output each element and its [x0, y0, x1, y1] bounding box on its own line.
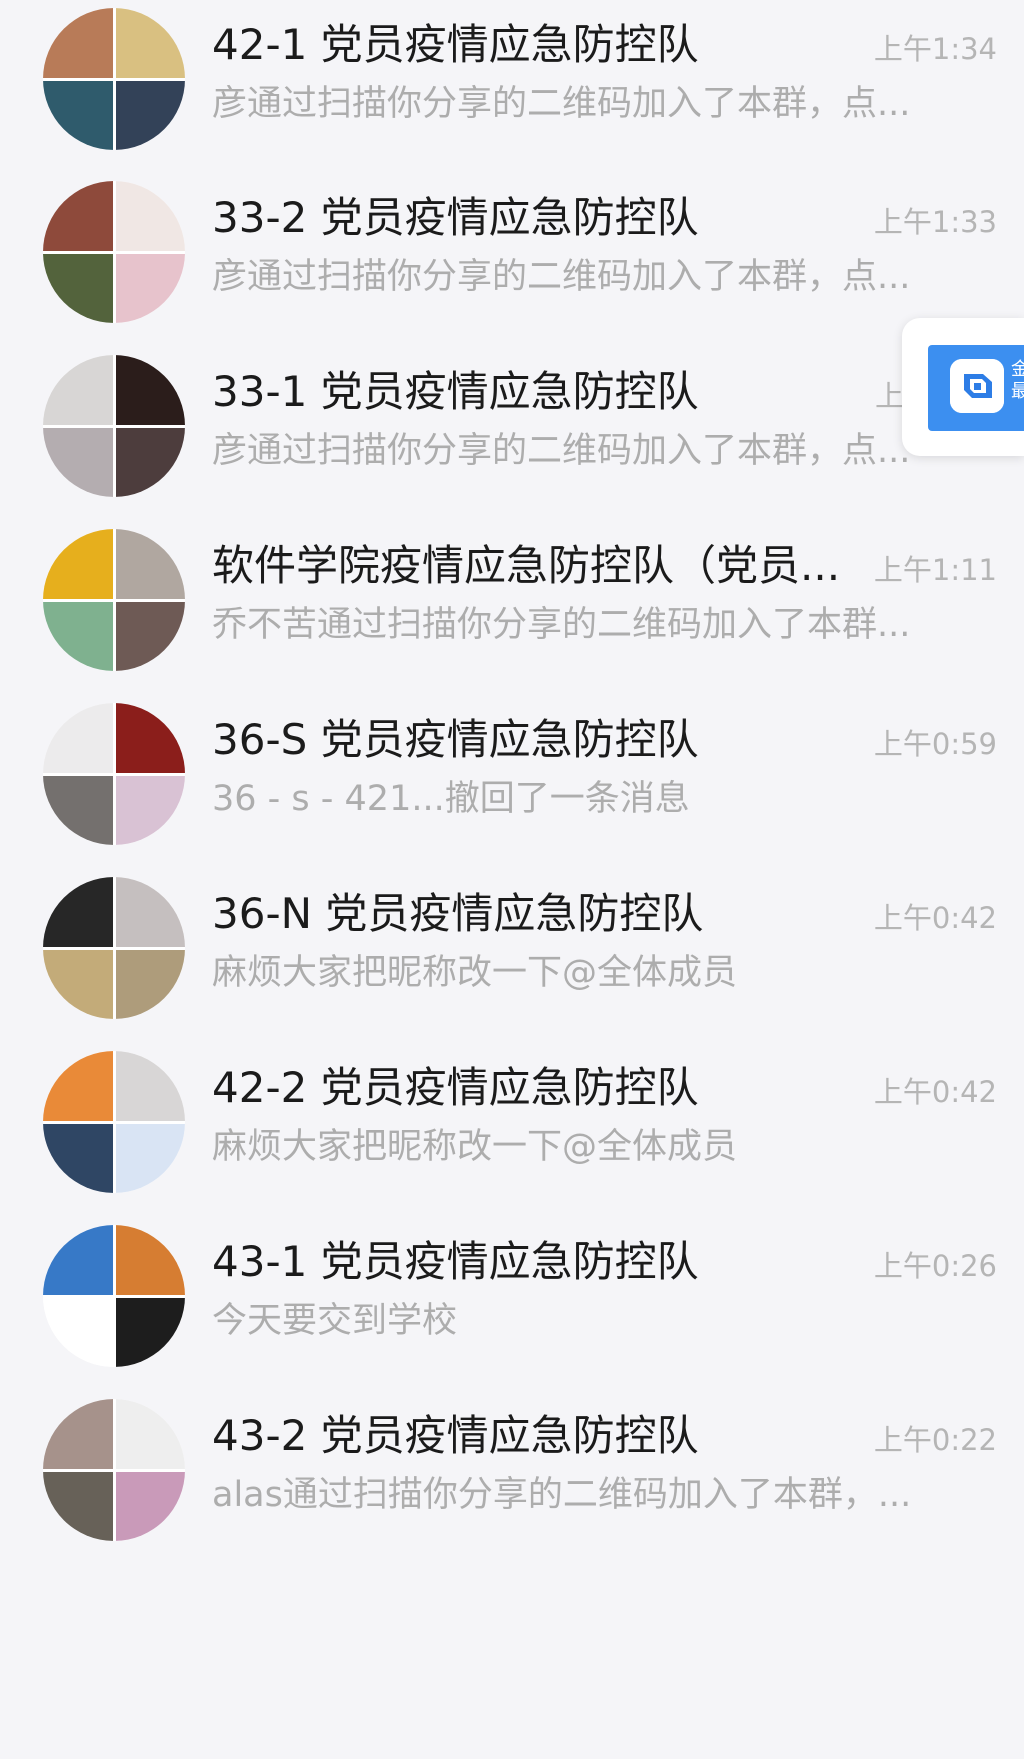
chat-row[interactable]: 43-1 党员疫情应急防控队 上午0:26 今天要交到学校: [0, 1217, 1024, 1397]
chat-preview: 乔不苦通过扫描你分享的二维码加入了本群...: [212, 605, 911, 645]
group-avatar: [43, 1399, 185, 1541]
avatar-tile: [115, 1051, 185, 1121]
avatar-tile: [115, 1123, 185, 1193]
avatar-tile: [115, 1297, 185, 1367]
avatar-tile: [43, 1225, 113, 1295]
group-avatar: [43, 877, 185, 1019]
group-avatar: [43, 1051, 185, 1193]
avatar-tile: [43, 1123, 113, 1193]
chat-preview: 彦通过扫描你分享的二维码加入了本群，点...: [212, 84, 911, 124]
avatar-tile: [43, 1297, 113, 1367]
floating-widget-panel[interactable]: 金 最: [928, 345, 1024, 431]
chat-time: 上午0:22: [873, 1423, 997, 1457]
chat-name: 42-1 党员疫情应急防控队: [212, 20, 699, 69]
group-avatar: [43, 355, 185, 497]
avatar-tile: [43, 1051, 113, 1121]
chat-time: 上午1:33: [873, 205, 997, 239]
avatar-tile: [43, 949, 113, 1019]
chat-preview: 今天要交到学校: [212, 1301, 458, 1341]
chat-preview: 麻烦大家把昵称改一下@全体成员: [212, 1127, 738, 1167]
chat-time: 上午0:26: [873, 1249, 997, 1283]
avatar-tile: [43, 181, 113, 251]
group-avatar: [43, 8, 185, 150]
chat-preview: 彦通过扫描你分享的二维码加入了本群，点...: [212, 257, 911, 297]
group-avatar: [43, 529, 185, 671]
chat-preview: 36 - s - 421...撤回了一条消息: [212, 779, 690, 819]
avatar-tile: [115, 8, 185, 78]
chat-time: 上: [874, 379, 904, 413]
avatar-tile: [115, 529, 185, 599]
avatar-tile: [115, 427, 185, 497]
chat-row[interactable]: 软件学院疫情应急防控队（党员... 上午1:11 乔不苦通过扫描你分享的二维码加…: [0, 521, 1024, 701]
avatar-tile: [43, 427, 113, 497]
avatar-tile: [43, 529, 113, 599]
chat-time: 上午0:42: [873, 901, 997, 935]
avatar-tile: [115, 775, 185, 845]
chat-row[interactable]: 36-S 党员疫情应急防控队 上午0:59 36 - s - 421...撤回了…: [0, 695, 1024, 875]
avatar-tile: [43, 1399, 113, 1469]
chat-row[interactable]: 33-1 党员疫情应急防控队 上 彦通过扫描你分享的二维码加入了本群，点...: [0, 347, 1024, 527]
avatar-tile: [43, 775, 113, 845]
avatar-tile: [115, 1471, 185, 1541]
group-avatar: [43, 1225, 185, 1367]
avatar-tile: [43, 601, 113, 671]
floating-widget[interactable]: 金 最: [902, 318, 1024, 456]
avatar-tile: [115, 877, 185, 947]
chat-time: 上午1:34: [873, 32, 997, 66]
group-avatar: [43, 703, 185, 845]
avatar-tile: [43, 253, 113, 323]
avatar-tile: [115, 601, 185, 671]
chat-time: 上午1:11: [873, 553, 997, 587]
chat-preview: alas通过扫描你分享的二维码加入了本群，...: [212, 1475, 912, 1515]
avatar-tile: [43, 703, 113, 773]
chat-name: 43-2 党员疫情应急防控队: [212, 1411, 699, 1460]
chat-preview: 彦通过扫描你分享的二维码加入了本群，点...: [212, 431, 911, 471]
chat-time: 上午0:59: [873, 727, 997, 761]
avatar-tile: [115, 703, 185, 773]
avatar-tile: [43, 1471, 113, 1541]
blue-app-icon[interactable]: [950, 359, 1004, 413]
chat-name: 43-1 党员疫情应急防控队: [212, 1237, 699, 1286]
avatar-tile: [115, 1225, 185, 1295]
chat-time: 上午0:42: [873, 1075, 997, 1109]
chat-preview: 麻烦大家把昵称改一下@全体成员: [212, 953, 738, 993]
chat-row[interactable]: 33-2 党员疫情应急防控队 上午1:33 彦通过扫描你分享的二维码加入了本群，…: [0, 173, 1024, 353]
avatar-tile: [43, 8, 113, 78]
avatar-tile: [43, 355, 113, 425]
group-avatar: [43, 181, 185, 323]
chat-name: 软件学院疫情应急防控队（党员...: [212, 541, 841, 590]
chat-name: 36-S 党员疫情应急防控队: [212, 715, 699, 764]
avatar-tile: [115, 355, 185, 425]
avatar-tile: [115, 181, 185, 251]
chat-row[interactable]: 43-2 党员疫情应急防控队 上午0:22 alas通过扫描你分享的二维码加入了…: [0, 1391, 1024, 1571]
chat-list: 42-1 党员疫情应急防控队 上午1:34 彦通过扫描你分享的二维码加入了本群，…: [0, 0, 1024, 1759]
chat-name: 42-2 党员疫情应急防控队: [212, 1063, 699, 1112]
chat-row[interactable]: 42-1 党员疫情应急防控队 上午1:34 彦通过扫描你分享的二维码加入了本群，…: [0, 0, 1024, 180]
chat-row[interactable]: 42-2 党员疫情应急防控队 上午0:42 麻烦大家把昵称改一下@全体成员: [0, 1043, 1024, 1223]
chat-name: 33-1 党员疫情应急防控队: [212, 367, 699, 416]
avatar-tile: [115, 80, 185, 150]
chat-name: 33-2 党员疫情应急防控队: [212, 193, 699, 242]
avatar-tile: [115, 949, 185, 1019]
avatar-tile: [43, 80, 113, 150]
avatar-tile: [115, 253, 185, 323]
avatar-tile: [43, 877, 113, 947]
chat-row[interactable]: 36-N 党员疫情应急防控队 上午0:42 麻烦大家把昵称改一下@全体成员: [0, 869, 1024, 1049]
avatar-tile: [115, 1399, 185, 1469]
floating-widget-text: 金 最: [1011, 359, 1024, 402]
chat-name: 36-N 党员疫情应急防控队: [212, 889, 704, 938]
